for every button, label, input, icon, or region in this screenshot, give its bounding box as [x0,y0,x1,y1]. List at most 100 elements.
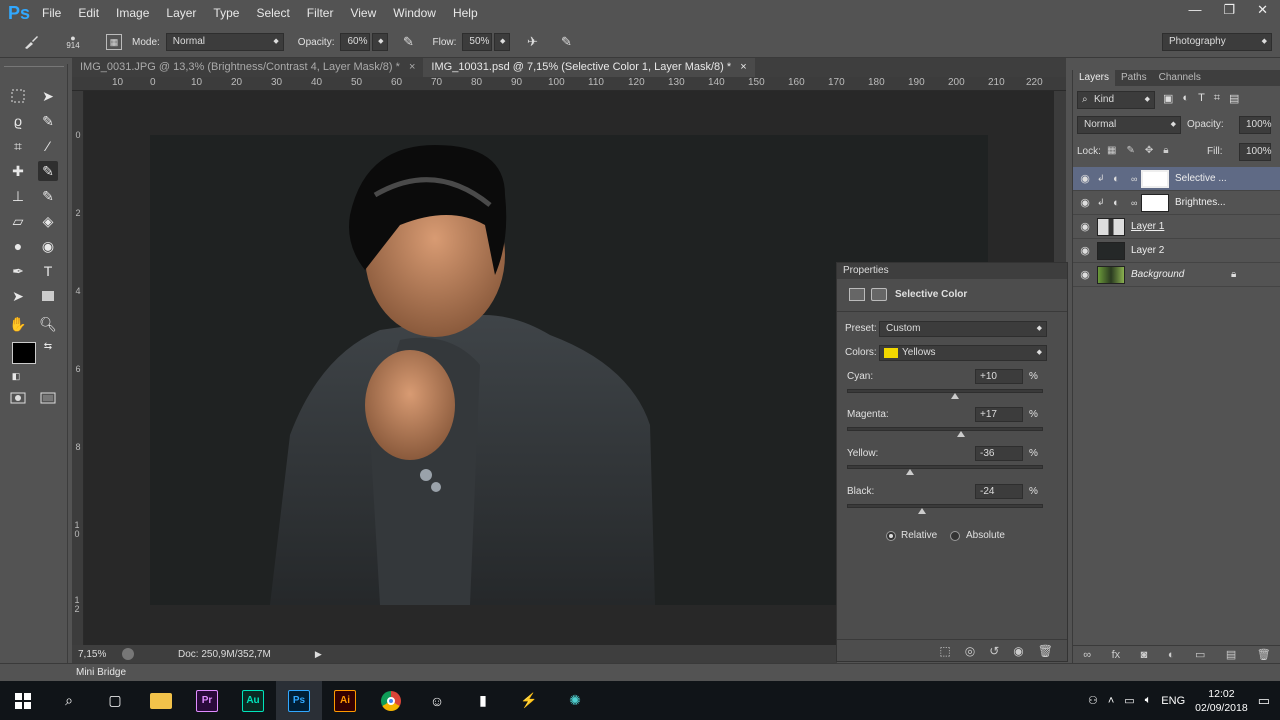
audition-icon[interactable]: Au [230,681,276,720]
clip-to-layer-icon[interactable]: ⬚ [939,644,950,658]
layer-row-layer-1[interactable]: ◉ Layer 1 [1073,215,1280,239]
mini-bridge-tab[interactable]: Mini Bridge [76,667,126,678]
show-hidden-icon[interactable]: ˄ [1108,695,1114,707]
minimize-button[interactable]: — [1188,2,1201,18]
lasso-tool-icon[interactable]: ϱ [8,111,28,131]
new-group-icon[interactable]: ▭ [1195,648,1205,661]
lock-transparent-icon[interactable]: ▦ [1107,145,1116,156]
menu-type[interactable]: Type [213,6,239,20]
menu-view[interactable]: View [350,6,376,20]
type-filter-icon[interactable]: T [1198,92,1205,105]
path-select-tool-icon[interactable]: ➤ [8,286,28,306]
eye-icon[interactable]: ◉ [1073,268,1097,281]
file-explorer-icon[interactable] [138,681,184,720]
search-icon[interactable]: ⌕ [46,681,92,720]
history-brush-tool-icon[interactable]: ✎ [38,186,58,206]
clock[interactable]: 12:02 02/09/2018 [1195,687,1248,715]
app-icon[interactable]: ⚡ [506,681,552,720]
menu-window[interactable]: Window [393,6,436,20]
lock-image-icon[interactable]: ✎ [1126,145,1134,156]
move-tool-icon[interactable]: ➤ [38,86,58,106]
adjustment-filter-icon[interactable]: ◐ [1182,92,1189,105]
layer-row-layer-2[interactable]: ◉ Layer 2 [1073,239,1280,263]
menu-edit[interactable]: Edit [78,6,99,20]
layer-row-brightness[interactable]: ◉ ↲ ◐ ∞ Brightnes... [1073,191,1280,215]
menu-filter[interactable]: Filter [307,6,334,20]
pixel-filter-icon[interactable]: ▣ [1163,92,1173,105]
flow-field[interactable]: 50% [462,33,493,51]
menu-image[interactable]: Image [116,6,149,20]
cyan-slider[interactable] [847,389,1043,399]
workspace-select[interactable]: Photography [1162,33,1272,51]
eye-icon[interactable]: ◉ [1073,220,1097,233]
brush-preset-picker[interactable]: ● 914 [62,34,84,50]
default-colors-icon[interactable]: ◧ [6,366,26,386]
layer-row-selective-color[interactable]: ◉ ↲ ◐ ∞ Selective ... [1073,167,1280,191]
add-mask-icon[interactable]: ◙ [1141,649,1148,661]
opacity-field[interactable]: 60% [340,33,371,51]
relative-radio[interactable] [886,531,896,541]
menu-file[interactable]: File [42,6,61,20]
tab-close-icon[interactable]: × [740,61,746,73]
delete-layer-icon[interactable]: 🗑︎ [1257,648,1271,661]
menu-layer[interactable]: Layer [166,6,196,20]
brush-tool-icon[interactable] [18,33,44,51]
new-layer-icon[interactable]: ▤ [1226,648,1236,661]
layer-opacity-field[interactable]: 100% [1239,116,1272,134]
tab-img-0031[interactable]: IMG_0031.JPG @ 13,3% (Brightness/Contras… [72,58,423,77]
view-previous-icon[interactable]: ◎ [965,644,975,658]
fill-field[interactable]: 100% [1239,143,1272,161]
blend-mode-select[interactable]: Normal [1077,116,1181,134]
type-tool-icon[interactable]: T [38,261,58,281]
task-view-icon[interactable]: ▢ [92,681,138,720]
new-adjustment-icon[interactable]: ◐ [1168,649,1175,661]
screen-mode-icon[interactable] [38,388,58,408]
tab-close-icon[interactable]: × [409,61,415,73]
menu-select[interactable]: Select [256,6,289,20]
eye-icon[interactable]: ◉ [1073,244,1097,257]
quick-mask-icon[interactable] [8,388,28,408]
rectangle-tool-icon[interactable] [38,286,58,306]
start-button[interactable] [0,681,46,720]
chrome-icon[interactable] [368,681,414,720]
eye-icon[interactable]: ◉ [1073,196,1097,209]
swap-colors-icon[interactable]: ⇆ [38,336,58,356]
menu-help[interactable]: Help [453,6,478,20]
tab-img-10031[interactable]: IMG_10031.psd @ 7,15% (Selective Color 1… [423,58,755,77]
magenta-value[interactable]: +17 [975,407,1023,422]
crop-tool-icon[interactable]: ⌗ [8,136,28,156]
yellow-slider-thumb[interactable] [906,469,915,475]
zoom-tool-icon[interactable]: 🔍︎ [38,314,58,334]
blur-tool-icon[interactable]: ● [8,236,28,256]
app-icon[interactable]: ✺ [552,681,598,720]
lock-position-icon[interactable]: ✥ [1145,145,1153,156]
status-arrow-icon[interactable]: ▶ [315,649,322,660]
people-icon[interactable]: ⚇ [1088,694,1098,707]
black-value[interactable]: -24 [975,484,1023,499]
kind-filter-select[interactable]: ⌕ Kind [1077,91,1155,109]
visibility-icon[interactable]: ◉ [1013,644,1023,658]
layer-style-icon[interactable]: fx [1112,649,1121,661]
brush-panel-icon[interactable]: ▦ [106,34,122,50]
absolute-radio[interactable] [950,531,960,541]
healing-brush-tool-icon[interactable]: ✚ [8,161,28,181]
app-icon[interactable]: ☺ [414,681,460,720]
marquee-tool-icon[interactable] [8,86,28,106]
pen-tool-icon[interactable]: ✒ [8,261,28,281]
flow-dropdown[interactable] [494,33,511,51]
tab-layers[interactable]: Layers [1073,70,1116,86]
illustrator-icon[interactable]: Ai [322,681,368,720]
hand-tool-icon[interactable]: ✋ [8,314,28,334]
clone-stamp-tool-icon[interactable]: ⊥ [8,186,28,206]
properties-header[interactable]: Properties [837,263,1067,279]
smart-object-filter-icon[interactable]: ▤ [1229,92,1239,105]
notifications-icon[interactable]: ▭ [1258,693,1270,709]
eyedropper-tool-icon[interactable]: ⁄ [38,136,58,156]
paint-bucket-tool-icon[interactable]: ◈ [38,211,58,231]
photoshop-taskbar-icon[interactable]: Ps [276,681,322,720]
app-icon[interactable]: ▮ [460,681,506,720]
reset-icon[interactable]: ↺ [989,644,999,658]
eye-icon[interactable]: ◉ [1073,172,1097,185]
black-slider-thumb[interactable] [917,508,926,514]
airbrush-icon[interactable]: ✈ [522,34,542,50]
